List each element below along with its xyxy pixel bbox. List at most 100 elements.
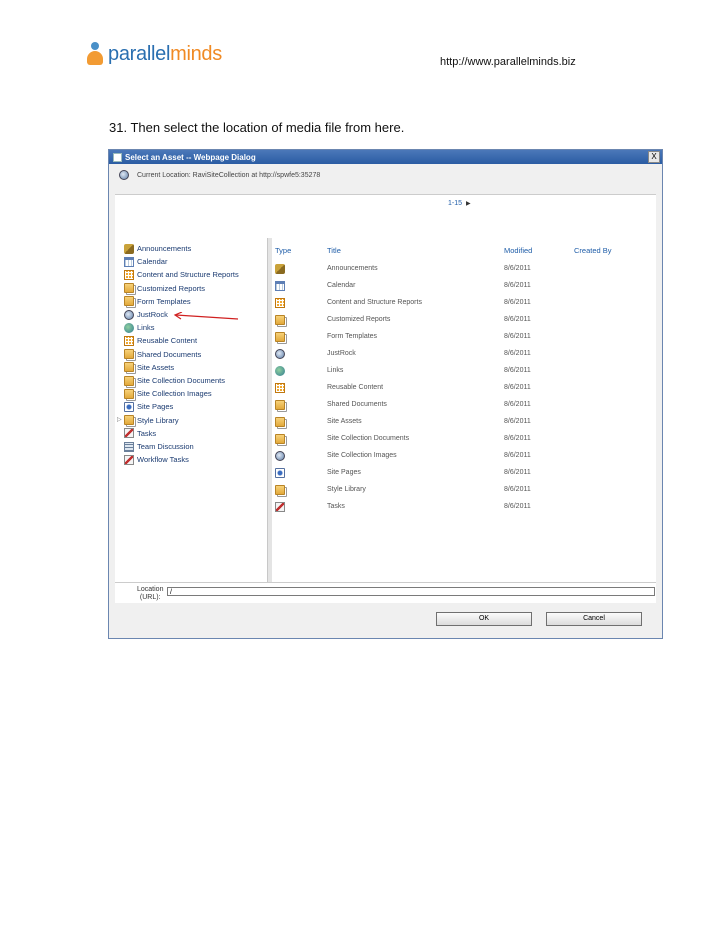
location-bar: Location (URL): /: [115, 582, 656, 603]
asset-row[interactable]: Links 8/6/2011: [273, 363, 656, 380]
list-icon: [275, 383, 285, 393]
asset-title: Shared Documents: [327, 401, 387, 408]
asset-modified: 8/6/2011: [504, 367, 531, 374]
tree-item[interactable]: Tasks: [124, 427, 156, 440]
asset-modified: 8/6/2011: [504, 469, 531, 476]
tree-item[interactable]: Links: [124, 321, 155, 334]
asset-modified: 8/6/2011: [504, 265, 531, 272]
asset-row[interactable]: Style Library 8/6/2011: [273, 482, 656, 499]
tree-item[interactable]: Announcements: [124, 242, 191, 255]
tree-item[interactable]: Form Templates: [124, 295, 191, 308]
tree-item[interactable]: Calendar: [124, 255, 167, 268]
tree-item-label: Customized Reports: [137, 283, 205, 293]
dialog-titlebar[interactable]: Select an Asset -- Webpage Dialog: [109, 150, 662, 164]
tree-item[interactable]: Workflow Tasks: [124, 453, 189, 466]
asset-title: Site Collection Documents: [327, 435, 410, 442]
site-icon: [119, 170, 129, 180]
asset-modified: 8/6/2011: [504, 333, 531, 340]
current-location-text: Current Location: RaviSiteCollection at …: [137, 171, 321, 179]
tree-item-label: Site Assets: [137, 362, 175, 372]
tasks-icon: [124, 454, 134, 465]
next-page-icon[interactable]: ▶: [466, 201, 471, 207]
annotation-arrow: [173, 312, 239, 320]
asset-row[interactable]: Calendar 8/6/2011: [273, 278, 656, 295]
asset-row[interactable]: Tasks 8/6/2011: [273, 499, 656, 516]
tree-item[interactable]: Shared Documents: [124, 348, 201, 361]
asset-title: Tasks: [327, 503, 345, 510]
asset-row[interactable]: Announcements 8/6/2011: [273, 261, 656, 278]
document-library-icon: [124, 349, 134, 360]
list-icon: [124, 269, 134, 280]
asset-title: Reusable Content: [327, 384, 384, 391]
document-library-icon: [124, 283, 134, 294]
asset-title: JustRock: [327, 350, 356, 357]
site-pages-icon: [124, 401, 134, 412]
tree-item[interactable]: Site Collection Images: [124, 387, 212, 400]
column-type[interactable]: Type: [275, 246, 291, 255]
tasks-icon: [124, 428, 134, 439]
tree-item-label: Workflow Tasks: [137, 455, 189, 465]
document-library-icon: [124, 362, 134, 373]
asset-title: Site Assets: [327, 418, 362, 425]
pager[interactable]: 1-15 ▶: [448, 200, 471, 207]
column-title[interactable]: Title: [327, 246, 341, 255]
tree-item[interactable]: Site Pages: [124, 400, 173, 413]
tree-item-label: Site Collection Documents: [137, 376, 225, 385]
parallelminds-logo: parallelminds: [86, 42, 222, 66]
asset-row[interactable]: Shared Documents 8/6/2011: [273, 397, 656, 414]
cancel-button[interactable]: Cancel: [546, 612, 642, 626]
asset-title: Site Pages: [327, 469, 361, 476]
close-button[interactable]: X: [648, 151, 660, 163]
document-library-icon: [124, 415, 134, 426]
pane-splitter[interactable]: [267, 238, 272, 582]
location-label: Location (URL):: [137, 586, 164, 601]
dialog-title: Select an Asset -- Webpage Dialog: [125, 152, 256, 162]
location-url-input[interactable]: /: [167, 587, 655, 596]
asset-row[interactable]: Site Assets 8/6/2011: [273, 414, 656, 431]
tasks-icon: [275, 502, 285, 512]
asset-row[interactable]: Customized Reports 8/6/2011: [273, 312, 656, 329]
tree-item[interactable]: ▷ Style Library: [117, 414, 179, 427]
asset-title: Style Library: [327, 486, 366, 493]
tree-item-label: JustRock: [137, 310, 168, 319]
asset-modified: 8/6/2011: [504, 299, 531, 306]
expand-icon[interactable]: ▷: [117, 416, 122, 423]
document-library-icon: [275, 332, 285, 342]
column-modified[interactable]: Modified: [504, 246, 532, 255]
asset-title: Customized Reports: [327, 316, 391, 323]
asset-row[interactable]: Content and Structure Reports 8/6/2011: [273, 295, 656, 312]
document-library-icon: [275, 400, 285, 410]
asset-row[interactable]: Site Collection Images 8/6/2011: [273, 448, 656, 465]
announcements-icon: [275, 264, 285, 274]
current-location: Current Location: RaviSiteCollection at …: [119, 170, 320, 180]
tree-item[interactable]: Content and Structure Reports: [124, 268, 239, 281]
ok-button[interactable]: OK: [436, 612, 532, 626]
list-icon: [124, 335, 134, 346]
tree-item-label: Team Discussion: [137, 442, 194, 451]
document-library-icon: [275, 417, 285, 427]
list-icon: [275, 298, 285, 308]
library-tree: Announcements Calendar Content and Structu…: [115, 214, 265, 582]
asset-title: Content and Structure Reports: [327, 299, 422, 306]
tree-item-label: Site Collection Images: [137, 389, 212, 399]
tree-item[interactable]: Site Collection Documents: [124, 374, 225, 387]
asset-row[interactable]: Site Collection Documents 8/6/2011: [273, 431, 656, 448]
tree-item[interactable]: Reusable Content: [124, 334, 197, 347]
asset-row[interactable]: Form Templates 8/6/2011: [273, 329, 656, 346]
asset-browser: Announcements Calendar Content and Structu…: [115, 214, 656, 582]
discussion-icon: [124, 441, 134, 452]
column-created-by[interactable]: Created By: [574, 246, 612, 255]
header-url[interactable]: http://www.parallelminds.biz: [440, 56, 576, 68]
document-library-icon: [275, 315, 285, 325]
asset-row[interactable]: Reusable Content 8/6/2011: [273, 380, 656, 397]
tree-item[interactable]: JustRock: [124, 308, 168, 321]
asset-row[interactable]: Site Pages 8/6/2011: [273, 465, 656, 482]
tree-item-label: Reusable Content: [137, 336, 198, 346]
tree-item-label: Links: [137, 323, 155, 333]
tree-item[interactable]: Customized Reports: [124, 282, 205, 295]
asset-modified: 8/6/2011: [504, 435, 531, 442]
tree-item[interactable]: Site Assets: [124, 361, 174, 374]
links-icon: [275, 366, 285, 376]
asset-row[interactable]: JustRock 8/6/2011: [273, 346, 656, 363]
tree-item[interactable]: Team Discussion: [124, 440, 194, 453]
